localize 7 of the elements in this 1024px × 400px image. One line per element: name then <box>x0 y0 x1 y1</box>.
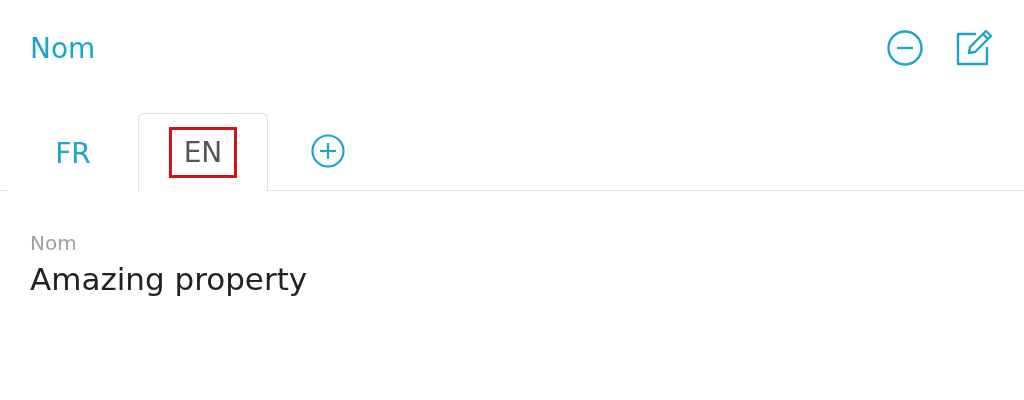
remove-icon[interactable] <box>886 29 924 67</box>
language-tab[interactable]: EN <box>138 113 268 191</box>
field-label: Nom <box>30 231 78 255</box>
add-icon[interactable] <box>310 133 346 169</box>
field-value: Amazing property <box>30 261 309 297</box>
section-title: Nom <box>30 31 96 65</box>
edit-icon[interactable] <box>954 29 994 67</box>
